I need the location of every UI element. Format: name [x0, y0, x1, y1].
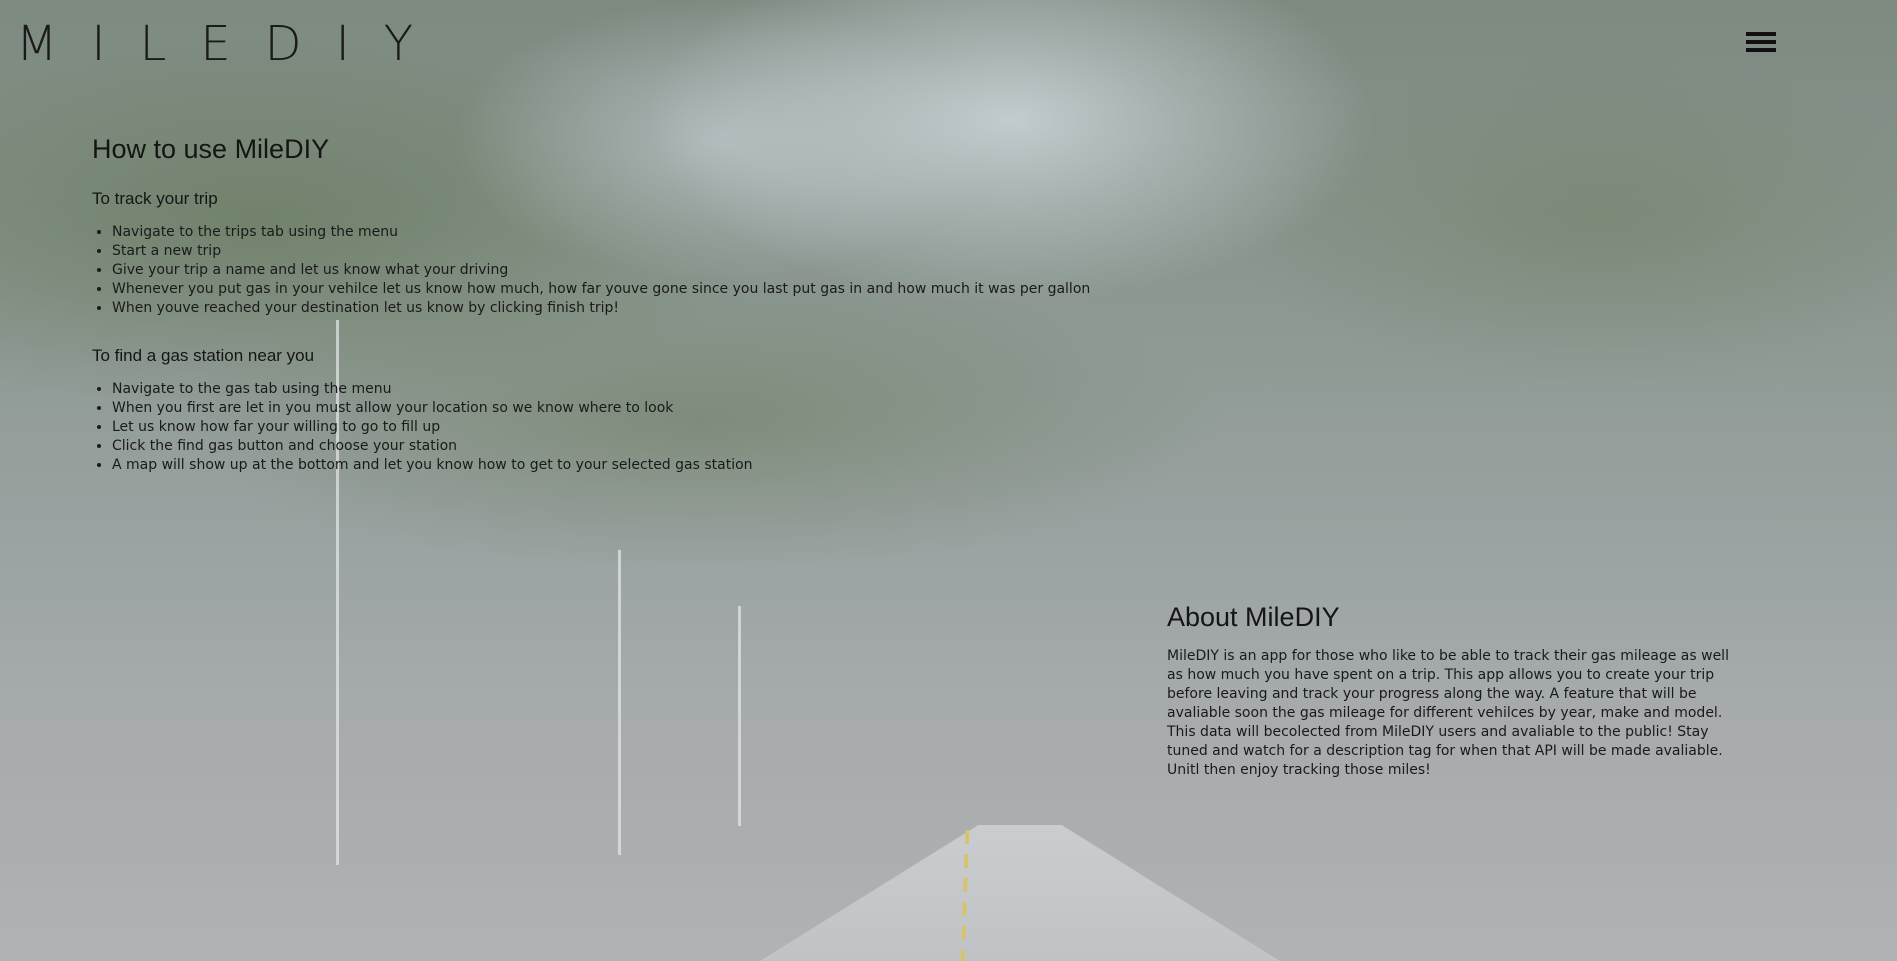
hamburger-menu-icon[interactable] [1746, 32, 1776, 54]
list-item: Click the find gas button and choose you… [112, 437, 1142, 456]
list-item: A map will show up at the bottom and let… [112, 456, 1142, 475]
menu-bar [1746, 32, 1776, 36]
list-item: Let us know how far your willing to go t… [112, 418, 1142, 437]
how-to-section: How to use MileDIY To track your trip Na… [92, 134, 1142, 503]
menu-bar [1746, 48, 1776, 52]
list-item: Give your trip a name and let us know wh… [112, 261, 1142, 280]
list-item: Whenever you put gas in your vehilce let… [112, 280, 1142, 299]
list-item: When youve reached your destination let … [112, 299, 1142, 318]
list-item: Navigate to the gas tab using the menu [112, 380, 1142, 399]
track-trip-steps: Navigate to the trips tab using the menu… [92, 223, 1142, 318]
site-logo[interactable]: MILEDIY [16, 20, 447, 68]
find-gas-heading: To find a gas station near you [92, 346, 315, 365]
list-item: When you first are let in you must allow… [112, 399, 1142, 418]
menu-bar [1746, 40, 1776, 44]
how-to-title: How to use MileDIY [92, 134, 330, 164]
find-gas-steps: Navigate to the gas tab using the menu W… [92, 380, 1142, 475]
about-body: MileDIY is an app for those who like to … [1167, 648, 1729, 778]
track-trip-heading: To track your trip [92, 189, 218, 208]
list-item: Start a new trip [112, 242, 1142, 261]
about-section: About MileDIY MileDIY is an app for thos… [1167, 602, 1742, 780]
page-content: MILEDIY How to use MileDIY To track your… [0, 0, 1897, 961]
about-title: About MileDIY [1167, 602, 1340, 632]
list-item: Navigate to the trips tab using the menu [112, 223, 1142, 242]
